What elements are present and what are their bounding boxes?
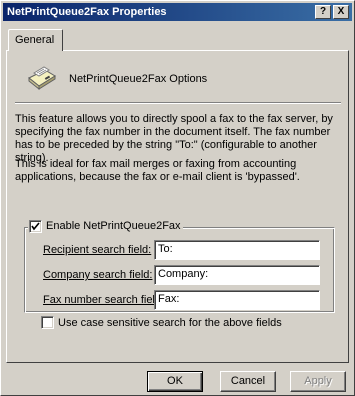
title-bar[interactable]: NetPrintQueue2Fax Properties ? X [3,3,352,21]
fax-machine-icon [25,64,57,92]
enable-checkbox[interactable] [29,219,42,233]
properties-dialog: NetPrintQueue2Fax Properties ? X General… [0,0,355,396]
window-title: NetPrintQueue2Fax Properties [7,6,167,18]
help-button[interactable]: ? [315,5,331,19]
fax-number-search-field[interactable]: Fax: [154,290,320,310]
recipient-search-label-text: Recipient search field: [43,244,152,256]
cancel-button[interactable]: Cancel [220,371,276,392]
tab-general[interactable]: General [8,29,63,51]
header-title: NetPrintQueue2Fax Options [69,73,208,85]
apply-button[interactable]: Apply [290,371,346,392]
description-paragraph-2: This is ideal for fax mail merges or fax… [15,158,300,183]
recipient-search-label: Recipient search field: [43,244,151,256]
enable-checkbox-row[interactable]: Enable NetPrintQueue2Fax [28,219,183,233]
case-sensitive-checkbox[interactable] [41,316,54,329]
fax-number-search-label-text: Fax number search field: [43,294,165,306]
close-button[interactable]: X [333,5,349,19]
checkmark-icon [31,221,40,230]
enable-checkbox-label: Enable NetPrintQueue2Fax [46,220,181,232]
ok-button[interactable]: OK [147,371,203,392]
company-search-field[interactable]: Company: [154,265,320,285]
separator [15,102,341,104]
case-sensitive-label: Use case sensitive search for the above … [58,316,282,329]
fax-number-search-label: Fax number search field: [43,294,164,306]
case-sensitive-row[interactable]: Use case sensitive search for the above … [41,316,282,329]
recipient-search-field[interactable]: To: [154,240,320,260]
company-search-label-text: Company search field: [43,269,153,281]
company-search-label: Company search field: [43,269,152,281]
